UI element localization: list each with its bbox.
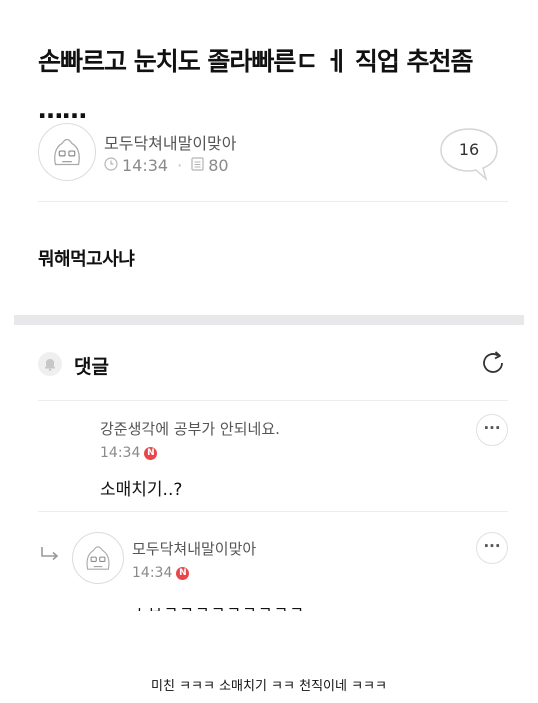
meta-separator: · — [177, 156, 183, 175]
author-avatar[interactable] — [38, 123, 96, 181]
comment-text: 소매치기..? — [100, 480, 183, 500]
reply-author-avatar[interactable] — [72, 532, 124, 584]
caption: 미친 ㅋㅋㅋ 소매치기 ㅋㅋ 천직이네 ㅋㅋㅋ — [151, 679, 387, 694]
new-badge: N — [144, 446, 158, 460]
clock-icon — [104, 156, 118, 175]
new-badge: N — [176, 566, 190, 580]
comment-meta: 14:34 N — [100, 445, 510, 461]
author-name[interactable]: 모두닥쳐내말이맞아 — [104, 130, 236, 154]
avatar-mascot-icon — [54, 138, 80, 166]
divider — [38, 400, 508, 401]
reply-time: 14:34 — [132, 565, 173, 581]
bell-icon — [38, 352, 62, 376]
post-views: 80 — [208, 156, 229, 175]
comment-time: 14:34 — [100, 445, 141, 461]
reply-author[interactable]: 모두닥쳐내말이맞아 — [132, 538, 492, 559]
comment-item: 강준생각에 공부가 안되네요. 14:34 N 소매치기..? — [100, 418, 510, 500]
post-meta: 14:34 · 80 — [104, 156, 229, 175]
reply-meta: 14:34 N — [132, 565, 492, 581]
reply-text: ㅅㅂㅋㅋㅋㅋㅋㅋㅋㅋㅋ — [132, 599, 492, 611]
comment-author[interactable]: 강준생각에 공부가 안되네요. — [100, 418, 510, 439]
comments-label: 댓글 — [74, 356, 109, 378]
comment-count-button[interactable]: 16 — [438, 126, 500, 184]
reply-arrow-icon — [40, 546, 62, 562]
comment-count: 16 — [458, 140, 480, 159]
post-time: 14:34 — [122, 156, 169, 175]
more-icon[interactable]: ··· — [476, 414, 508, 446]
reply-item: 모두닥쳐내말이맞아 14:34 N ㅅㅂㅋㅋㅋㅋㅋㅋㅋㅋㅋ — [132, 538, 492, 611]
post-body: 뭐해먹고사냐 — [38, 249, 135, 270]
comments-header: 댓글 — [38, 348, 508, 384]
views-icon — [191, 156, 204, 175]
divider — [38, 511, 508, 512]
section-divider — [14, 315, 524, 325]
refresh-icon[interactable] — [478, 348, 508, 378]
avatar-mascot-icon — [86, 546, 110, 570]
more-icon[interactable]: ··· — [476, 532, 508, 564]
divider — [38, 201, 508, 202]
